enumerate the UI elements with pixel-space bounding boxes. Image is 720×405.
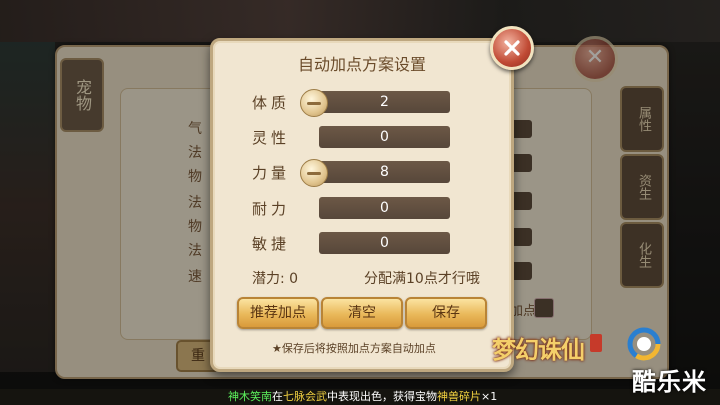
attr-value-endurance: 0 bbox=[319, 197, 450, 219]
attr-label-agility: 敏捷 bbox=[252, 235, 291, 253]
ticker-item: 神兽碎片 bbox=[437, 390, 481, 403]
attr-value-constitution: 2 bbox=[319, 91, 450, 113]
minus-button-constitution[interactable] bbox=[300, 89, 328, 117]
clear-button[interactable]: 清空 bbox=[321, 297, 403, 329]
ticker-count: ×1 bbox=[481, 390, 498, 403]
save-button[interactable]: 保存 bbox=[405, 297, 487, 329]
save-note: ★保存后将按照加点方案自动加点 bbox=[272, 342, 436, 355]
minus-icon bbox=[307, 101, 321, 105]
minus-button-strength[interactable] bbox=[300, 159, 328, 187]
attr-label-endurance: 耐力 bbox=[252, 200, 291, 218]
minus-icon bbox=[307, 171, 321, 175]
attr-label-spirit: 灵性 bbox=[252, 129, 291, 147]
logo-seal-icon bbox=[590, 334, 602, 352]
recommend-button[interactable]: 推荐加点 bbox=[237, 297, 319, 329]
attr-value-strength: 8 bbox=[319, 161, 450, 183]
system-message: 神木笑南在七脉会武中表现出色，获得宝物神兽碎片×1 bbox=[228, 389, 497, 405]
watermark: 酷乐米 bbox=[632, 368, 707, 396]
close-button[interactable] bbox=[490, 26, 534, 70]
attr-value-spirit: 0 bbox=[319, 126, 450, 148]
allocation-hint: 分配满10点才行哦 bbox=[364, 271, 480, 287]
ticker-player-name: 神木笑南 bbox=[228, 390, 272, 403]
attr-value-agility: 0 bbox=[319, 232, 450, 254]
ticker-text: 中表现出色，获得宝物 bbox=[327, 390, 437, 403]
ticker-place: 七脉会武 bbox=[283, 390, 327, 403]
dialog-title: 自动加点方案设置 bbox=[297, 55, 426, 74]
game-logo: 梦幻诛仙 bbox=[492, 335, 585, 364]
close-icon bbox=[504, 40, 520, 56]
attr-label-constitution: 体质 bbox=[252, 94, 291, 112]
publisher-ring-icon bbox=[627, 327, 661, 361]
potential-points: 潜力: 0 bbox=[252, 271, 299, 287]
ticker-text: 在 bbox=[272, 390, 283, 403]
attr-label-strength: 力量 bbox=[252, 164, 291, 182]
